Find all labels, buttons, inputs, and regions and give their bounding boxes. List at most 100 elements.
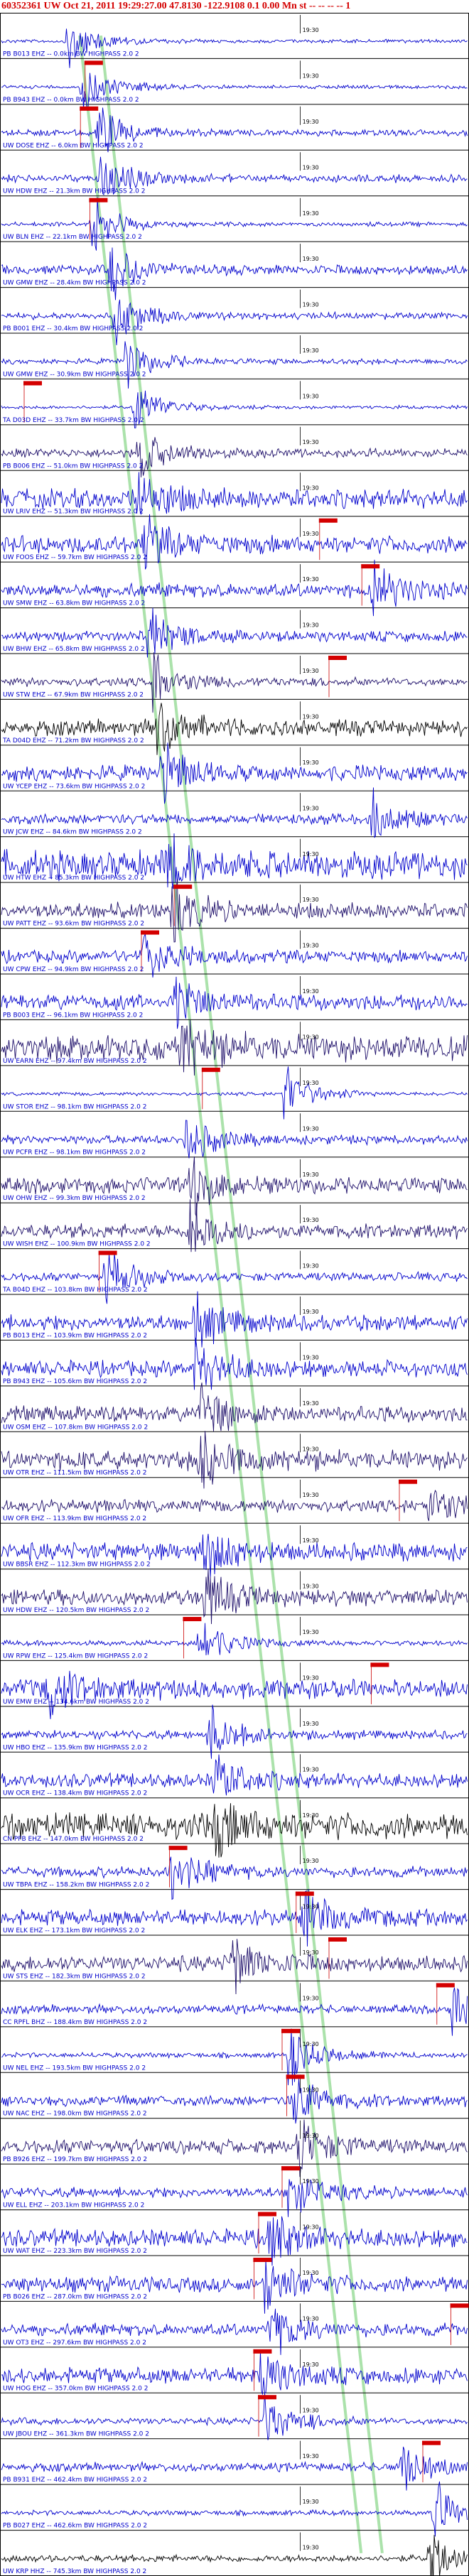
time-mark-label: 19:30 <box>303 713 319 720</box>
time-mark-label: 19:30 <box>303 943 319 949</box>
station-label: UW LRIV EHZ -- 51.3km BW HIGHPASS 2.0 2 <box>3 509 144 516</box>
trace-list: 19:30 PB B013 EHZ -- 0.0km BW HIGHPASS 2.… <box>0 15 469 2576</box>
time-mark-label: 19:30 <box>303 1354 319 1360</box>
time-mark-label: 19:30 <box>303 1766 319 1773</box>
trace-row: 19:30 UW GMW EHZ -- 30.9km BW HIGHPASS 2.… <box>0 335 469 389</box>
waveform <box>1 652 468 713</box>
station-label: UW OHW EHZ -- 99.3km BW HIGHPASS 2.0 2 <box>3 1195 146 1202</box>
pick-flag <box>173 884 193 889</box>
time-mark-label: 19:30 <box>303 668 319 674</box>
station-label: UW FOOS EHZ -- 59.7km BW HIGHPASS 2.0 2 <box>3 554 147 561</box>
time-mark-label: 19:30 <box>303 2315 319 2322</box>
trace-row: 19:30 UW NEL EHZ -- 193.5km BW HIGHPASS 2… <box>0 2028 469 2086</box>
trace-row: 19:30 UW EMW EHZ -- 134.6km BW HIGHPASS 2… <box>0 1662 469 1719</box>
waveform <box>1 703 468 755</box>
time-mark-label: 19:30 <box>303 2133 319 2139</box>
station-label: UW STOR EHZ -- 98.1km BW HIGHPASS 2.0 2 <box>3 1103 146 1110</box>
trace-row: 19:30 UW EARN EHZ -- 97.4km BW HIGHPASS 2… <box>0 1020 469 1076</box>
trace-row: 19:30 UW JBOU EHZ -- 361.3km BW HIGHPASS … <box>0 2392 469 2440</box>
time-mark-label: 19:30 <box>303 439 319 445</box>
trace-row: 19:30 UW CPW EHZ -- 94.9km BW HIGHPASS 2.… <box>0 930 469 978</box>
station-label: UW EARN EHZ -- 97.4km BW HIGHPASS 2.0 2 <box>3 1058 147 1065</box>
time-mark-label: 19:30 <box>303 302 319 308</box>
station-label: UW BBSR EHZ -- 112.3km BW HIGHPASS 2.0 2 <box>3 1562 151 1569</box>
waveform <box>1 1020 468 1076</box>
time-mark-label: 19:30 <box>303 2041 319 2047</box>
trace-row: 19:30 PB B931 EHZ -- 462.4km BW HIGHPASS … <box>0 2440 469 2491</box>
waveform <box>1 1534 468 1579</box>
station-label: UW KRP HHZ -- 745.3km BW HIGHPASS 2.0 2 <box>3 2568 146 2575</box>
waveform <box>1 742 468 804</box>
station-label: UW CPW EHZ -- 94.9km BW HIGHPASS 2.0 2 <box>3 966 144 973</box>
trace-row: 19:30 UW ELL EHZ -- 203.1km BW HIGHPASS 2… <box>0 2166 469 2217</box>
time-mark-label: 19:30 <box>303 1584 319 1590</box>
time-mark-label: 19:30 <box>303 1125 319 1132</box>
time-mark-label: 19:30 <box>303 485 319 491</box>
time-mark-label: 19:30 <box>303 759 319 766</box>
station-label: UW SMW EHZ -- 63.8km BW HIGHPASS 2.0 2 <box>3 600 145 607</box>
trace-row: 19:30 UW SMW EHZ -- 63.8km BW HIGHPASS 2.… <box>0 559 469 617</box>
time-mark-label: 19:30 <box>303 1171 319 1178</box>
station-label: PB B943 EHZ -- 105.6km BW HIGHPASS 2.0 2 <box>3 1378 147 1385</box>
waveform <box>1 341 468 389</box>
time-mark-label: 19:30 <box>303 2224 319 2231</box>
waveform <box>1 1856 468 1900</box>
station-label: UW OCR EHZ -- 138.4km BW HIGHPASS 2.0 2 <box>3 1790 147 1797</box>
trace-row: 19:30 UW OCR EHZ -- 138.4km BW HIGHPASS 2… <box>0 1754 469 1799</box>
trace-row: 19:30 UW JCW EHZ -- 84.6km BW HIGHPASS 2.… <box>0 787 469 838</box>
waveform <box>1 1569 468 1625</box>
station-label: PB B027 EHZ -- 462.6km BW HIGHPASS 2.0 2 <box>3 2523 147 2530</box>
trace-row: 19:30 PB B001 EHZ -- 30.4km BW HIGHPASS 2… <box>0 289 469 346</box>
waveform <box>1 2119 468 2177</box>
time-mark-label: 19:30 <box>303 2545 319 2551</box>
station-label: UW STW EHZ -- 67.9km BW HIGHPASS 2.0 2 <box>3 691 144 698</box>
trace-row: 19:30 UW HBO EHZ -- 135.9km BW HIGHPASS 2… <box>0 1704 469 1759</box>
station-label: TA B04D EHZ -- 103.8km BW HIGHPASS 2.0 2 <box>2 1287 148 1294</box>
trace-row: 19:30 UW KRP HHZ -- 745.3km BW HIGHPASS 2… <box>0 2532 469 2576</box>
time-mark-label: 19:30 <box>303 1858 319 1864</box>
station-label: UW HDW EHZ -- 21.3km BW HIGHPASS 2.0 2 <box>3 188 146 195</box>
waveform <box>1 1252 468 1304</box>
station-label: UW JBOU EHZ -- 361.3km BW HIGHPASS 2.0 2 <box>3 2431 149 2438</box>
trace-row: 19:30 UW OHW EHZ -- 99.3km BW HIGHPASS 2.… <box>0 1156 469 1217</box>
time-mark-label: 19:30 <box>303 1674 319 1681</box>
pick-flag <box>23 381 42 386</box>
station-label: UW PCFR EHZ -- 98.1km BW HIGHPASS 2.0 2 <box>3 1149 146 1157</box>
waveform <box>1 1803 468 1858</box>
time-mark-label: 19:30 <box>303 2178 319 2185</box>
pick-flag <box>98 1250 117 1255</box>
pick-flag <box>80 106 99 111</box>
station-label: UW WISH EHZ -- 100.9km BW HIGHPASS 2.0 2 <box>3 1241 151 1248</box>
time-mark-label: 19:30 <box>303 531 319 537</box>
station-label: UW OSM EHZ -- 107.8km BW HIGHPASS 2.0 2 <box>3 1424 148 1431</box>
time-mark-label: 19:30 <box>303 1263 319 1270</box>
trace-row: 19:30 UW OFR EHZ -- 113.9km BW HIGHPASS 2… <box>0 1479 469 1524</box>
trace-row: 19:30 TA B04D EHZ -- 103.8km BW HIGHPASS … <box>0 1250 469 1304</box>
pick-flag <box>201 1067 220 1072</box>
station-label: PB B931 EHZ -- 462.4km BW HIGHPASS 2.0 2 <box>3 2477 147 2484</box>
station-label: PB B943 EHZ -- 0.0km BW HIGHPASS 2.0 2 <box>3 97 139 104</box>
pick-flag <box>422 2440 441 2445</box>
pick-flag <box>253 2258 272 2262</box>
waveform <box>1 1889 468 1947</box>
pick-flag <box>168 1846 188 1851</box>
pick-flag <box>253 2349 272 2354</box>
time-mark-label: 19:30 <box>303 988 319 995</box>
time-mark-label: 19:30 <box>303 119 319 125</box>
station-label: UW TBPA EHZ -- 158.2km BW HIGHPASS 2.0 2 <box>3 1882 149 1889</box>
trace-row: 19:30 UW HDW EHZ -- 21.3km BW HIGHPASS 2.… <box>0 152 469 197</box>
trace-row: 19:30 TA D03D EHZ -- 33.7km BW HIGHPASS 2… <box>0 381 469 428</box>
station-label: UW HTW EHZ -- 85.3km BW HIGHPASS 2.0 2 <box>3 875 144 882</box>
waveform <box>1 1156 468 1217</box>
station-label: UW OFR EHZ -- 113.9km BW HIGHPASS 2.0 2 <box>3 1515 146 1522</box>
trace-row: 19:30 CN PFB EHZ -- 147.0km BW HIGHPASS 2… <box>0 1800 469 1858</box>
waveform <box>1 2179 468 2217</box>
pick-flag <box>361 564 380 569</box>
waveform <box>1 1987 468 2036</box>
waveform <box>1 2446 468 2491</box>
waveform <box>1 1623 468 1656</box>
pick-flag <box>295 1891 314 1896</box>
station-label: PB B013 EHZ -- 103.9km BW HIGHPASS 2.0 2 <box>3 1332 147 1339</box>
time-mark-label: 19:30 <box>303 393 319 399</box>
trace-row: 19:30 UW OT3 EHZ -- 297.6km BW HIGHPASS 2… <box>0 2303 469 2355</box>
